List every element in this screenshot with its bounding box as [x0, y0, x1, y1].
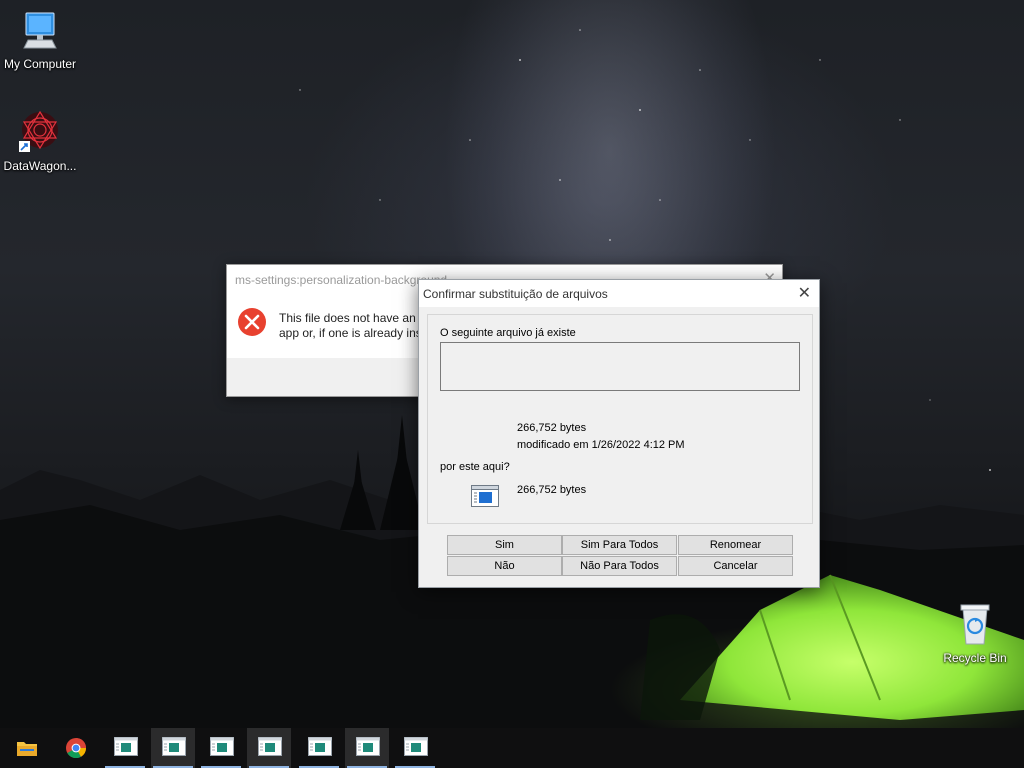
replace-question-label: por este aqui?: [440, 461, 510, 473]
app-window-icon: [114, 737, 138, 756]
yes-to-all-button[interactable]: Sim Para Todos: [562, 535, 677, 555]
no-button[interactable]: Não: [447, 556, 562, 576]
taskbar-app-window[interactable]: [247, 728, 291, 768]
file-icon: [471, 485, 499, 507]
file-explorer-icon: [17, 742, 37, 756]
dialog-titlebar: Confirmar substituição de arquivos ✕: [419, 280, 819, 307]
existing-file-label: O seguinte arquivo já existe: [440, 327, 576, 339]
app-window-icon: [210, 737, 234, 756]
chrome-icon: [66, 738, 87, 759]
recycle-bin-icon: [960, 604, 990, 645]
taskbar-file-explorer[interactable]: [5, 728, 49, 768]
error-message: This file does not have an a: [279, 311, 419, 325]
app-window-icon: [258, 737, 282, 756]
desktop-icon-datawagon[interactable]: DataWagon...: [0, 108, 80, 173]
file-info-panel: O seguinte arquivo já existe 266,752 byt…: [427, 314, 813, 524]
desktop-icon-my-computer[interactable]: My Computer: [0, 10, 80, 71]
taskbar: [0, 728, 1024, 768]
computer-icon: [23, 12, 57, 49]
datawagon-shortcut-icon: [19, 110, 58, 152]
dialog-title: Confirmar substituição de arquivos: [423, 287, 608, 301]
cancel-button[interactable]: Cancelar: [678, 556, 793, 576]
error-dialog-title: ms-settings:personalization-background: [235, 273, 448, 287]
no-to-all-button[interactable]: Não Para Todos: [562, 556, 677, 576]
rename-button[interactable]: Renomear: [678, 535, 793, 555]
app-window-icon: [356, 737, 380, 756]
desktop-icon-label: Recycle Bin: [943, 651, 1007, 665]
taskbar-chrome[interactable]: [54, 728, 98, 768]
confirm-replace-dialog: Confirmar substituição de arquivos ✕ O s…: [418, 279, 820, 588]
desktop-icon-recycle-bin[interactable]: Recycle Bin: [935, 602, 1015, 665]
new-file-size: 266,752 bytes: [517, 484, 587, 496]
taskbar-app-window[interactable]: [199, 728, 243, 768]
taskbar-app-window[interactable]: [345, 728, 389, 768]
desktop-icon-label: DataWagon...: [3, 159, 77, 173]
existing-file-modified: modificado em 1/26/2022 4:12 PM: [517, 439, 685, 451]
existing-file-size: 266,752 bytes: [517, 422, 587, 434]
error-icon: [238, 308, 266, 336]
taskbar-app-window[interactable]: [393, 728, 437, 768]
taskbar-app-window[interactable]: [103, 728, 147, 768]
yes-button[interactable]: Sim: [447, 535, 562, 555]
existing-file-box: [440, 342, 800, 391]
app-window-icon: [308, 737, 332, 756]
taskbar-app-window[interactable]: [151, 728, 195, 768]
desktop: My Computer DataWagon... Recycle Bin ms-…: [0, 0, 1024, 768]
taskbar-app-window[interactable]: [297, 728, 341, 768]
error-message: app or, if one is already ins: [279, 326, 419, 340]
close-icon[interactable]: ✕: [798, 283, 811, 303]
app-window-icon: [162, 737, 186, 756]
desktop-icon-label: My Computer: [3, 57, 77, 71]
app-window-icon: [404, 737, 428, 756]
